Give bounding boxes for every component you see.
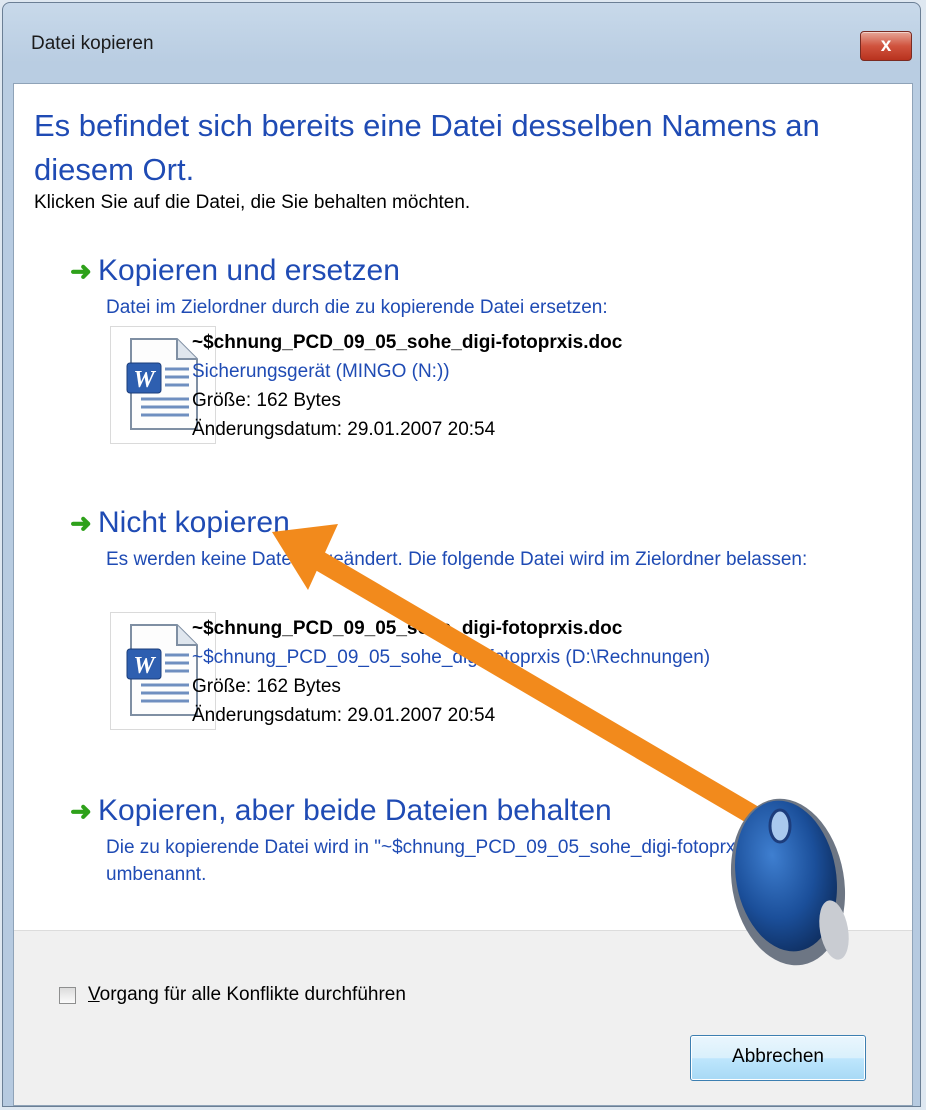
option-description: Die zu kopierende Datei wird in "~$chnun… [106, 837, 821, 885]
option-title: Kopieren, aber beide Dateien behalten [98, 794, 612, 827]
option-title: Nicht kopieren [98, 506, 290, 539]
file-modified: Änderungsdatum: 29.01.2007 20:54 [192, 705, 496, 726]
green-arrow-icon: ➜ [70, 796, 92, 826]
file-location: Sicherungsgerät (MINGO (N:)) [192, 361, 450, 382]
green-arrow-icon: ➜ [70, 256, 92, 286]
svg-text:W: W [133, 367, 156, 393]
file-name: ~$chnung_PCD_09_05_sohe_digi-fotoprxis.d… [192, 332, 623, 353]
option-description: Es werden keine Dateien geändert. Die fo… [106, 549, 808, 570]
svg-text:W: W [133, 653, 156, 679]
file-details[interactable]: ~$chnung_PCD_09_05_sohe_digi-fotoprxis.d… [192, 328, 622, 444]
apply-all-label[interactable]: Vorgang für alle Konflikte durchführen [88, 984, 406, 1006]
close-icon: x [880, 35, 892, 56]
green-arrow-icon: ➜ [70, 508, 92, 538]
window-title: Datei kopieren [31, 33, 154, 54]
dialog-content: Es befindet sich bereits eine Datei dess… [13, 83, 913, 1106]
dialog-window: Datei kopieren x Es befindet sich bereit… [2, 2, 921, 1107]
word-document-icon: W [126, 338, 198, 430]
dialog-footer: Vorgang für alle Konflikte durchführen A… [14, 930, 912, 1105]
file-details[interactable]: ~$chnung_PCD_09_05_sohe_digi-fotoprxis.d… [192, 614, 710, 730]
title-bar[interactable]: Datei kopieren x [3, 3, 920, 83]
sub-instruction: Klicken Sie auf die Datei, die Sie behal… [34, 192, 471, 213]
file-size: Größe: 162 Bytes [192, 390, 341, 411]
apply-all-checkbox[interactable] [59, 987, 76, 1004]
word-document-icon: W [126, 624, 198, 716]
cancel-button[interactable]: Abbrechen [690, 1035, 866, 1081]
file-name: ~$chnung_PCD_09_05_sohe_digi-fotoprxis.d… [192, 618, 623, 639]
file-size: Größe: 162 Bytes [192, 676, 341, 697]
accelerator-key: V [88, 984, 100, 1005]
file-modified: Änderungsdatum: 29.01.2007 20:54 [192, 419, 496, 440]
option-description: Datei im Zielordner durch die zu kopiere… [106, 297, 608, 318]
option-title: Kopieren und ersetzen [98, 254, 400, 287]
main-instruction: Es befindet sich bereits eine Datei dess… [34, 108, 820, 187]
apply-all-label-text: organg für alle Konflikte durchführen [99, 984, 406, 1005]
close-button[interactable]: x [860, 31, 912, 61]
file-location: ~$chnung_PCD_09_05_sohe_digi-fotoprxis (… [192, 647, 711, 668]
